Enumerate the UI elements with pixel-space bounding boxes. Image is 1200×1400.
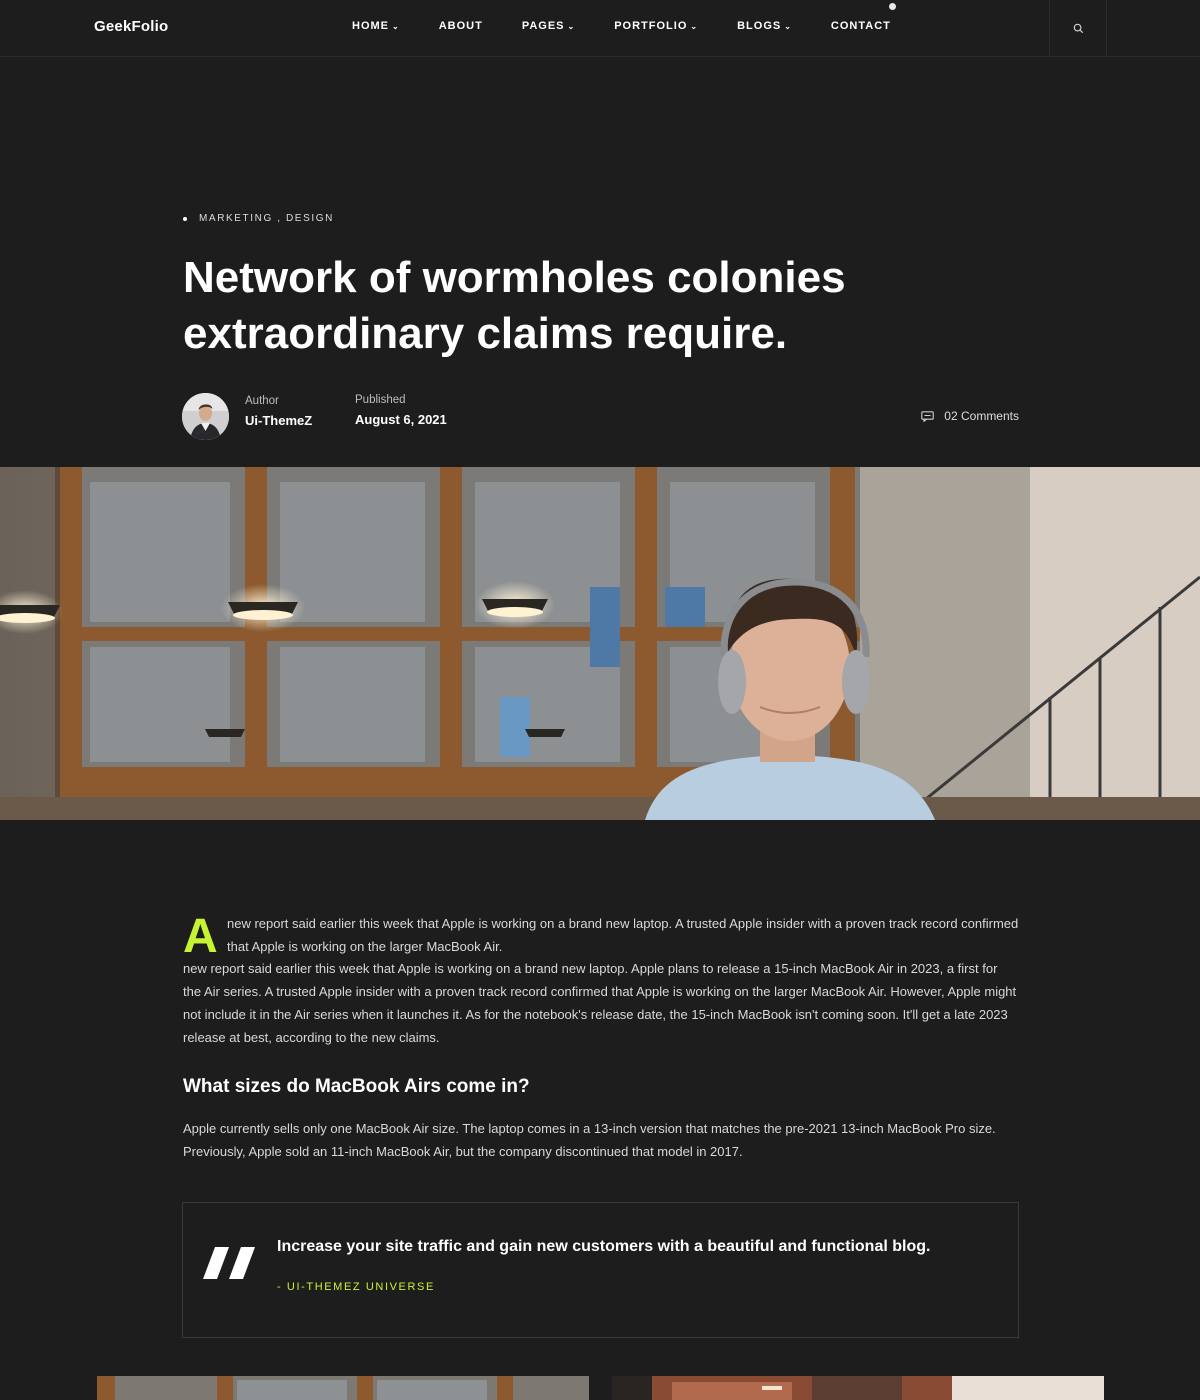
nav-item-home[interactable]: HOME ⌄ <box>352 20 400 32</box>
drop-cap: A <box>183 910 218 963</box>
gallery-image <box>612 1376 1104 1400</box>
chevron-down-icon: ⌄ <box>392 22 400 31</box>
lead-paragraph: new report said earlier this week that A… <box>227 916 1019 954</box>
nav-item-pages[interactable]: PAGES ⌄ <box>522 20 575 32</box>
nav-item-contact[interactable]: CONTACT <box>831 20 891 32</box>
search-icon <box>1073 23 1083 34</box>
section-heading: What sizes do MacBook Airs come in? <box>183 1076 530 1098</box>
site-header: GeekFolio HOME ⌄ ABOUT PAGES ⌄ PORTFOLIO ⌄ … <box>0 0 1200 57</box>
published-date: August 6, 2021 <box>355 412 447 427</box>
nav-label: CONTACT <box>830 20 891 32</box>
comments-count: 02 Comments <box>944 409 1019 423</box>
nav-item-portfolio[interactable]: PORTFOLIO ⌄ <box>614 20 698 32</box>
categories-label[interactable]: MARKETING , DESIGN <box>199 213 334 224</box>
comments-link[interactable]: 02 Comments <box>921 409 1019 423</box>
main-nav: HOME ⌄ ABOUT PAGES ⌄ PORTFOLIO ⌄ BLOGS ⌄ CON… <box>352 20 930 32</box>
chevron-down-icon: ⌄ <box>567 22 576 31</box>
gallery-image <box>97 1376 589 1400</box>
blockquote: Increase your site traffic and gain new … <box>182 1202 1019 1338</box>
post-meta: Author Ui-ThemeZ Published August 6, 202… <box>182 393 1019 441</box>
article-body: A new report said earlier this week that… <box>183 913 1019 1164</box>
site-logo[interactable]: GeekFolio <box>94 18 168 35</box>
nav-label: PORTFOLIO <box>614 20 688 32</box>
nav-item-blogs[interactable]: BLOGS ⌄ <box>737 20 792 32</box>
author-avatar[interactable] <box>182 393 229 440</box>
author-name[interactable]: Ui-ThemeZ <box>245 413 312 428</box>
comment-icon <box>921 410 935 422</box>
body-paragraph: new report said earlier this week that A… <box>183 961 1017 1045</box>
published-label: Published <box>355 394 406 406</box>
post-categories[interactable]: MARKETING , DESIGN <box>183 213 334 224</box>
nav-label: PAGES <box>521 20 565 32</box>
quote-icon <box>203 1247 255 1279</box>
body-paragraph: Apple currently sells only one MacBook A… <box>183 1121 996 1159</box>
nav-label: HOME <box>352 20 389 32</box>
post-title: Network of wormholes colonies extraordin… <box>183 253 846 358</box>
nav-item-about[interactable]: ABOUT <box>439 20 483 32</box>
bullet-icon <box>183 216 187 221</box>
chevron-down-icon: ⌄ <box>784 22 792 31</box>
nav-label: ABOUT <box>438 20 483 32</box>
quote-author: - UI-THEMEZ UNIVERSE <box>277 1281 435 1293</box>
hero-image <box>0 467 1200 820</box>
cursor-dot <box>889 3 896 10</box>
author-label: Author <box>245 395 279 407</box>
quote-text: Increase your site traffic and gain new … <box>277 1238 931 1255</box>
search-button[interactable] <box>1049 0 1107 57</box>
chevron-down-icon: ⌄ <box>690 22 699 31</box>
nav-label: BLOGS <box>737 20 782 32</box>
